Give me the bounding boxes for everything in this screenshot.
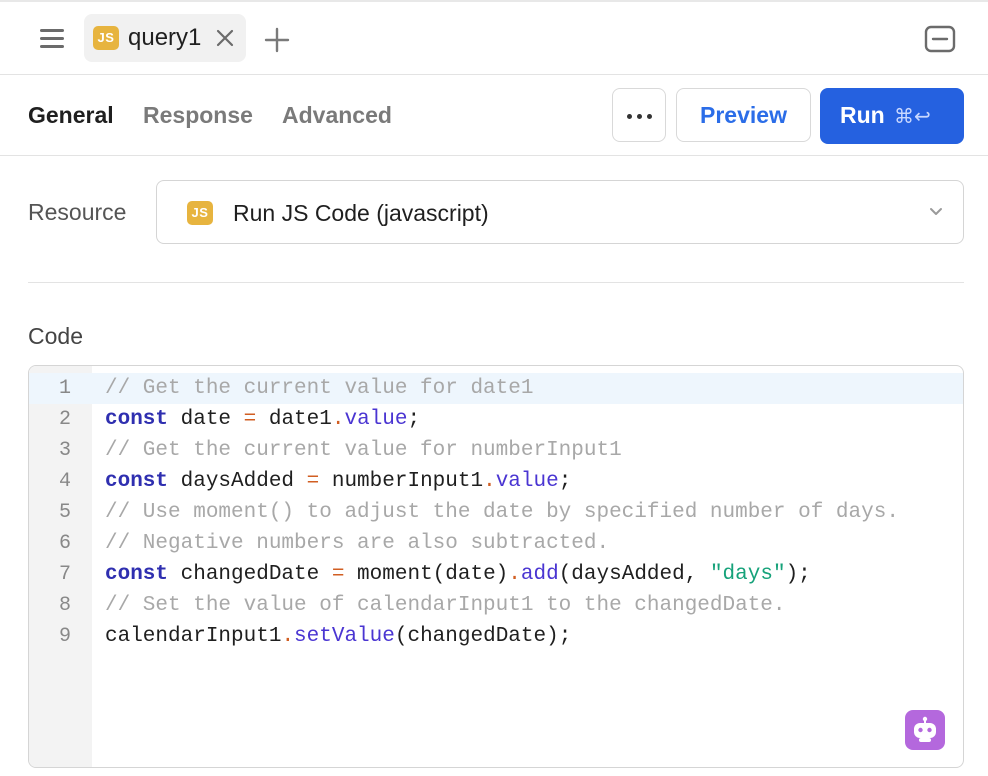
- code-text: // Get the current value for date1: [105, 373, 533, 404]
- tab-advanced[interactable]: Advanced: [282, 100, 392, 130]
- line-number: 8: [58, 594, 71, 617]
- assistant-button[interactable]: [905, 710, 945, 750]
- code-token: daysAdded: [168, 470, 307, 493]
- tab-response[interactable]: Response: [143, 100, 253, 130]
- code-token: value: [495, 470, 559, 493]
- code-line: 5 // Use moment() to adjust the date by s…: [29, 497, 963, 528]
- code-token: const: [105, 563, 169, 586]
- code-text: const changedDate = moment(date).add(day…: [105, 559, 811, 590]
- code-token: =: [243, 408, 257, 431]
- run-label: Run: [840, 102, 885, 128]
- more-dot: [627, 114, 632, 119]
- line-number: 9: [58, 625, 71, 648]
- tab-general[interactable]: General: [28, 100, 114, 130]
- code-line: 1 // Get the current value for date1: [29, 373, 963, 404]
- plus-icon[interactable]: [264, 27, 290, 53]
- line-number: 6: [58, 532, 71, 555]
- code-token: numberInput1: [319, 470, 484, 493]
- code-token: const: [105, 470, 169, 493]
- code-text: // Use moment() to adjust the date by sp…: [105, 497, 899, 528]
- more-options-button[interactable]: [612, 88, 666, 142]
- code-line: 4 const daysAdded = numberInput1.value;: [29, 466, 963, 497]
- code-token: );: [785, 563, 811, 586]
- code-token: // Set the value of calendarInput1 to th…: [105, 594, 786, 617]
- hamburger-icon[interactable]: [38, 26, 66, 50]
- code-token: "days": [709, 563, 786, 586]
- code-token: changedDate: [168, 563, 332, 586]
- code-token: // Negative numbers are also subtracted.: [105, 532, 610, 555]
- code-text: const daysAdded = numberInput1.value;: [105, 466, 571, 497]
- line-number: 4: [58, 470, 71, 493]
- code-token: add: [520, 563, 559, 586]
- resource-value: Run JS Code (javascript): [233, 200, 489, 226]
- code-token: setValue: [294, 625, 395, 648]
- code-token: calendarInput1: [105, 625, 282, 648]
- run-button[interactable]: Run ⌘↩: [820, 88, 964, 144]
- code-text: // Negative numbers are also subtracted.: [105, 528, 609, 559]
- js-icon: JS: [187, 201, 213, 225]
- tab-label: query1: [128, 24, 202, 51]
- code-token: ;: [407, 408, 421, 431]
- resource-label: Resource: [28, 199, 127, 225]
- code-text: calendarInput1.setValue(changedDate);: [105, 621, 571, 652]
- line-number: 7: [58, 563, 71, 586]
- code-token: .: [483, 470, 496, 493]
- line-number: 3: [58, 439, 71, 462]
- code-token: // Get the current value for numberInput…: [105, 439, 622, 462]
- preview-button[interactable]: Preview: [676, 88, 811, 142]
- code-token: date1: [256, 408, 332, 431]
- code-line: 7 const changedDate = moment(date).add(da…: [29, 559, 963, 590]
- chevron-down-icon: [930, 208, 942, 215]
- code-token: const: [105, 408, 169, 431]
- code-line: 6 // Negative numbers are also subtracted…: [29, 528, 963, 559]
- code-token: .: [281, 625, 295, 648]
- code-text: // Set the value of calendarInput1 to th…: [105, 590, 786, 621]
- run-shortcut: ⌘↩: [894, 104, 931, 128]
- code-line: 8 // Set the value of calendarInput1 to t…: [29, 590, 963, 621]
- line-number: 2: [58, 408, 71, 431]
- tab-query1[interactable]: JS query1: [84, 14, 246, 62]
- line-number: 5: [58, 501, 71, 524]
- line-number: 1: [58, 377, 71, 400]
- code-token: // Use moment() to adjust the date by sp…: [105, 501, 899, 524]
- query-tab-bar: JS query1: [0, 2, 988, 75]
- minimize-icon[interactable]: [924, 25, 956, 53]
- code-token: =: [306, 470, 320, 493]
- code-line: 9 calendarInput1.setValue(changedDate);: [29, 621, 963, 652]
- more-dot: [637, 114, 642, 119]
- resource-select[interactable]: JS Run JS Code (javascript): [156, 180, 964, 244]
- query-sub-tabs: General Response Advanced Preview Run ⌘↩: [0, 75, 988, 156]
- code-token: =: [331, 563, 345, 586]
- code-editor[interactable]: 1 // Get the current value for date1 2 cons…: [28, 365, 964, 768]
- code-text: const date = date1.value;: [105, 404, 420, 435]
- code-token: moment(date): [344, 563, 509, 586]
- preview-label: Preview: [700, 102, 787, 128]
- code-token: (daysAdded,: [558, 563, 710, 586]
- code-token: (changedDate);: [394, 625, 572, 648]
- code-token: .: [331, 408, 345, 431]
- section-divider: [28, 282, 964, 283]
- close-icon[interactable]: [214, 27, 236, 49]
- code-token: // Get the current value for date1: [105, 377, 534, 400]
- code-label: Code: [28, 323, 83, 349]
- code-line: 2 const date = date1.value;: [29, 404, 963, 435]
- code-token: .: [508, 563, 521, 586]
- more-dot: [647, 114, 652, 119]
- code-token: date: [168, 408, 244, 431]
- code-token: value: [344, 408, 408, 431]
- js-icon: JS: [93, 26, 119, 50]
- code-text: // Get the current value for numberInput…: [105, 435, 622, 466]
- robot-icon: [914, 716, 936, 742]
- code-line: 3 // Get the current value for numberInpu…: [29, 435, 963, 466]
- code-token: ;: [558, 470, 572, 493]
